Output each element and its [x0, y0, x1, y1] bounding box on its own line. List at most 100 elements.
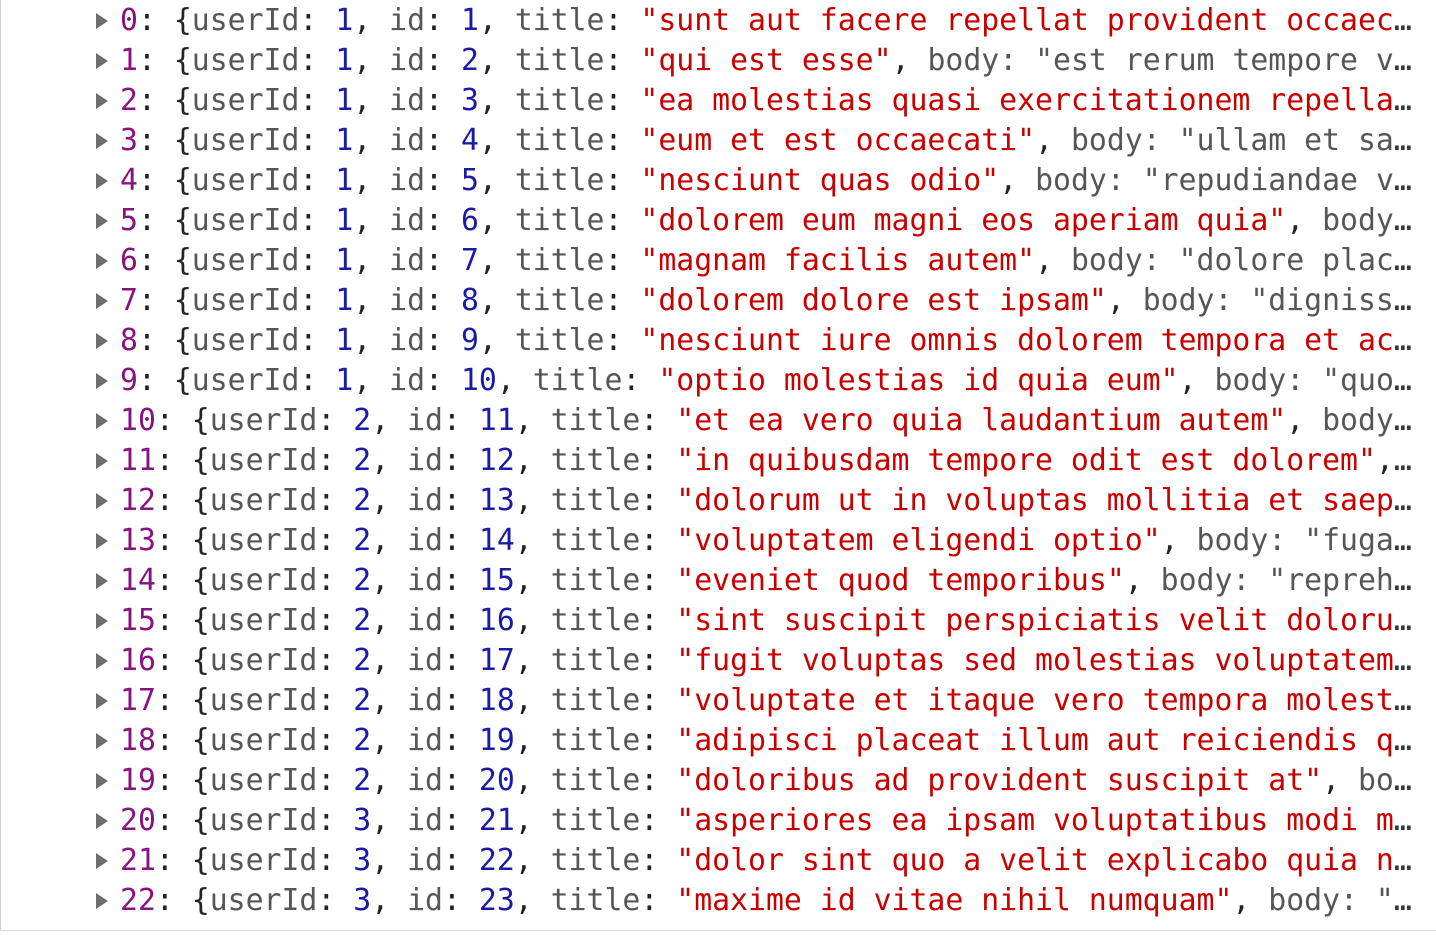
console-array-entry[interactable]: 17: {userId: 2, id: 18, title: "voluptat…	[96, 681, 1420, 721]
console-array-entry[interactable]: 5: {userId: 1, id: 6, title: "dolorem eu…	[96, 201, 1420, 241]
quote-mark: "	[640, 83, 659, 118]
punctuation: : {	[137, 83, 192, 118]
punctuation: ,	[478, 3, 515, 38]
body-preview: body: "delectus reiciendis molestiae"	[1322, 403, 1420, 438]
property-key: id	[407, 683, 443, 718]
expand-triangle-icon[interactable]	[96, 813, 108, 829]
punctuation: ,	[514, 723, 551, 758]
expand-triangle-icon[interactable]	[96, 573, 108, 589]
punctuation: : {	[137, 3, 192, 38]
expand-triangle-icon[interactable]	[96, 133, 108, 149]
expand-triangle-icon[interactable]	[96, 853, 108, 869]
expand-triangle-icon[interactable]	[96, 293, 108, 309]
expand-triangle-icon[interactable]	[96, 333, 108, 349]
property-key: title	[514, 283, 605, 318]
entry-index: 12	[120, 483, 156, 518]
entry-index: 8	[120, 323, 138, 358]
property-key: title	[550, 843, 641, 878]
console-array-entry[interactable]: 2: {userId: 1, id: 3, title: "ea molesti…	[96, 81, 1420, 121]
expand-triangle-icon[interactable]	[96, 493, 108, 509]
quote-mark: "	[1304, 763, 1323, 798]
property-key: title	[514, 3, 605, 38]
quote-mark: "	[640, 163, 659, 198]
title-value: voluptate et itaque vero tempora molesti…	[694, 683, 1420, 718]
punctuation: : {	[137, 203, 192, 238]
punctuation: ,	[478, 83, 515, 118]
expand-triangle-icon[interactable]	[96, 53, 108, 69]
property-key: title	[550, 763, 641, 798]
property-key: userId	[191, 123, 300, 158]
punctuation: :	[604, 3, 641, 38]
console-array-entry[interactable]: 9: {userId: 1, id: 10, title: "optio mol…	[96, 361, 1420, 401]
console-array-entry[interactable]: 12: {userId: 2, id: 13, title: "dolorum …	[96, 481, 1420, 521]
user-id-value: 2	[353, 723, 372, 758]
console-array-entry[interactable]: 13: {userId: 2, id: 14, title: "voluptat…	[96, 521, 1420, 561]
title-value: in quibusdam tempore odit est dolorem	[694, 443, 1358, 478]
console-array-entry[interactable]: 20: {userId: 3, id: 21, title: "asperior…	[96, 801, 1420, 841]
user-id-value: 2	[353, 603, 372, 638]
punctuation: :	[299, 243, 336, 278]
punctuation: ,	[514, 443, 551, 478]
property-key: userId	[209, 483, 318, 518]
console-array-entry[interactable]: 15: {userId: 2, id: 16, title: "sint sus…	[96, 601, 1420, 641]
console-array-entry[interactable]: 10: {userId: 2, id: 11, title: "et ea ve…	[96, 401, 1420, 441]
expand-triangle-icon[interactable]	[96, 653, 108, 669]
body-preview: body: "itaque id aut magnam"	[1412, 443, 1420, 478]
expand-triangle-icon[interactable]	[96, 613, 108, 629]
property-key: id	[389, 43, 426, 78]
expand-triangle-icon[interactable]	[96, 413, 108, 429]
expand-triangle-icon[interactable]	[96, 213, 108, 229]
punctuation: :	[442, 523, 479, 558]
expand-triangle-icon[interactable]	[96, 253, 108, 269]
console-array-entry[interactable]: 0: {userId: 1, id: 1, title: "sunt aut f…	[96, 1, 1420, 41]
punctuation: :	[640, 403, 677, 438]
expand-triangle-icon[interactable]	[96, 693, 108, 709]
body-preview: body: "dolore placeat quibusdam"	[1070, 243, 1420, 278]
console-array-entry[interactable]: 4: {userId: 1, id: 5, title: "nesciunt q…	[96, 161, 1420, 201]
console-array-entry[interactable]: 8: {userId: 1, id: 9, title: "nesciunt i…	[96, 321, 1420, 361]
quote-mark: "	[676, 803, 695, 838]
punctuation: :	[640, 883, 677, 918]
punctuation: : {	[155, 603, 210, 638]
punctuation: : {	[155, 643, 210, 678]
console-array-entry[interactable]: 21: {userId: 3, id: 22, title: "dolor si…	[96, 841, 1420, 881]
console-array-entry[interactable]: 3: {userId: 1, id: 4, title: "eum et est…	[96, 121, 1420, 161]
expand-triangle-icon[interactable]	[96, 773, 108, 789]
console-array-entry[interactable]: 7: {userId: 1, id: 8, title: "dolorem do…	[96, 281, 1420, 321]
punctuation: ,	[999, 163, 1036, 198]
expand-triangle-icon[interactable]	[96, 173, 108, 189]
punctuation: :	[442, 723, 479, 758]
punctuation: :	[640, 523, 677, 558]
expand-triangle-icon[interactable]	[96, 893, 108, 909]
expand-triangle-icon[interactable]	[96, 13, 108, 29]
id-value: 9	[460, 323, 479, 358]
console-array-entry[interactable]: 22: {userId: 3, id: 23, title: "maxime i…	[96, 881, 1420, 921]
punctuation: :	[317, 443, 354, 478]
entry-index: 2	[120, 83, 138, 118]
punctuation: : {	[137, 123, 192, 158]
user-id-value: 1	[335, 363, 354, 398]
console-array-entry[interactable]: 18: {userId: 2, id: 19, title: "adipisci…	[96, 721, 1420, 761]
expand-triangle-icon[interactable]	[96, 93, 108, 109]
expand-triangle-icon[interactable]	[96, 733, 108, 749]
console-array-entry[interactable]: 11: {userId: 2, id: 12, title: "in quibu…	[96, 441, 1420, 481]
property-key: userId	[209, 883, 318, 918]
console-array-entry[interactable]: 6: {userId: 1, id: 7, title: "magnam fac…	[96, 241, 1420, 281]
expand-triangle-icon[interactable]	[96, 373, 108, 389]
console-array-entry[interactable]: 14: {userId: 2, id: 15, title: "eveniet …	[96, 561, 1420, 601]
punctuation: :	[317, 723, 354, 758]
console-array-entry[interactable]: 1: {userId: 1, id: 2, title: "qui est es…	[96, 41, 1420, 81]
entry-index: 20	[120, 803, 156, 838]
expand-triangle-icon[interactable]	[96, 533, 108, 549]
console-array-entry[interactable]: 19: {userId: 2, id: 20, title: "doloribu…	[96, 761, 1420, 801]
punctuation: :	[425, 363, 461, 398]
console-array-entry[interactable]: 16: {userId: 2, id: 17, title: "fugit vo…	[96, 641, 1420, 681]
property-key: id	[407, 443, 443, 478]
expand-triangle-icon[interactable]	[96, 453, 108, 469]
id-value: 21	[478, 803, 515, 838]
punctuation: :	[442, 883, 479, 918]
user-id-value: 2	[353, 763, 372, 798]
title-value: ea molestias quasi exercitationem repell…	[658, 83, 1420, 118]
punctuation: ,	[1286, 403, 1323, 438]
title-value: maxime id vitae nihil numquam	[694, 883, 1215, 918]
